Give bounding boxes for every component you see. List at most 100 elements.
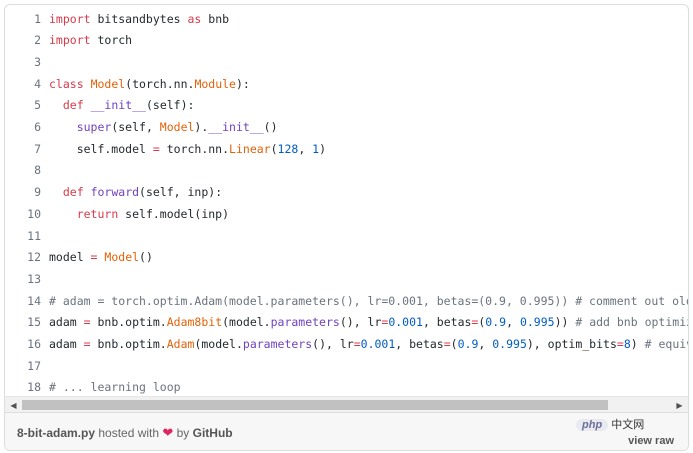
site-watermark: php 中文网 [576, 416, 676, 434]
hosted-with-text: hosted with [95, 426, 163, 440]
line-number: 7 [34, 141, 41, 156]
code-token: # adam = torch.optim.Adam(model.paramete… [49, 293, 688, 308]
line-number: 17 [27, 358, 41, 373]
code-token: bnb.optim. [90, 315, 167, 330]
code-token: (), lr [312, 337, 354, 351]
code-token: ). [194, 120, 209, 134]
code-token: (self): [145, 98, 195, 113]
code-line: 9 def forward(self, inp): [5, 182, 688, 204]
code-token: 0.995 [492, 337, 527, 351]
code-token: = [83, 315, 91, 330]
code-line: 4 class Model(torch.nn.Module): [5, 74, 688, 96]
code-token: = [152, 141, 160, 156]
code-token: (), lr [339, 315, 382, 330]
line-number: 11 [27, 228, 41, 243]
line-number: 13 [27, 271, 41, 286]
line-code: class Model(torch.nn.Module): [49, 74, 250, 96]
code-token: # add bnb optimizer [575, 315, 688, 330]
code-token: torch [90, 33, 133, 48]
code-token: Adam8bit [166, 315, 223, 330]
github-link[interactable]: GitHub [193, 426, 233, 440]
code-token: = [443, 337, 451, 351]
gist-footer: 8-bit-adam.py hosted with ❤ by GitHub ph… [5, 412, 688, 450]
code-line: 2 import torch [5, 30, 688, 52]
line-number: 10 [27, 206, 41, 221]
code-line: 18 # ... learning loop [5, 377, 688, 396]
line-number: 5 [34, 98, 41, 113]
code-token: __init__ [208, 120, 264, 134]
line-number: 16 [27, 337, 41, 351]
watermark-site: 中文网 [611, 419, 645, 431]
code-token: bnb.optim. [90, 337, 167, 351]
by-text: by [173, 426, 193, 440]
line-code: # ... learning loop [49, 377, 181, 396]
code-token: () [139, 250, 153, 265]
code-token: super [76, 120, 112, 134]
line-code: def forward(self, inp): [49, 182, 222, 204]
code-token: = [616, 337, 624, 351]
code-line: 7 self.model = torch.nn.Linear(128, 1) [5, 139, 688, 161]
code-token: (self, inp): [139, 185, 223, 200]
scrollbar-thumb[interactable] [22, 400, 608, 410]
code-line: 14 # adam = torch.optim.Adam(model.parame… [5, 291, 688, 313]
code-token: Model [104, 250, 140, 265]
code-line: 3 [5, 52, 688, 74]
code-token: def [62, 98, 84, 113]
code-token: parameters [270, 315, 340, 330]
watermark-php: php [576, 419, 609, 431]
gist-embed: 1 import bitsandbytes as bnb 2 import torch… [4, 4, 689, 451]
code-token: adam [49, 337, 84, 351]
heart-icon: ❤ [162, 425, 174, 440]
line-number: 14 [27, 293, 41, 308]
code-token: return [76, 206, 119, 221]
line-code: return self.model(inp) [49, 204, 229, 226]
code-area: 1 import bitsandbytes as bnb 2 import torch… [5, 5, 688, 396]
code-token: ) [630, 337, 645, 351]
line-code: super(self, Model).__init__() [49, 117, 278, 139]
code-line: 17 [5, 356, 688, 378]
code-line: 10 return self.model(inp) [5, 204, 688, 226]
code-line: 11 [5, 226, 688, 248]
code-token: , betas [395, 337, 444, 351]
code-line: 1 import bitsandbytes as bnb [5, 9, 688, 31]
code-token: ), optim_bits [526, 337, 617, 351]
code-token: ( [270, 141, 278, 156]
code-token: adam [49, 315, 84, 330]
line-number: 12 [27, 250, 41, 265]
code-token: , [506, 315, 520, 330]
code-line: 15 adam = bnb.optim.Adam8bit(model.parame… [5, 312, 688, 334]
code-token: # ... learning loop [49, 380, 181, 395]
code-token: 0.001 [388, 315, 423, 330]
filename-link[interactable]: 8-bit-adam.py [17, 426, 95, 440]
line-code: model = Model() [49, 247, 153, 269]
line-code: # adam = torch.optim.Adam(model.paramete… [49, 291, 688, 313]
code-token: bnb [201, 11, 230, 26]
code-token: def [62, 185, 84, 200]
code-token: Model [90, 76, 126, 91]
line-code: def __init__(self): [49, 95, 195, 117]
code-token: = [83, 337, 91, 351]
horizontal-scrollbar[interactable]: ◀ ▶ [5, 396, 688, 413]
code-token: (model. [194, 337, 243, 351]
line-number: 6 [34, 120, 41, 134]
code-token: # equivalent [644, 337, 688, 351]
code-token: self.model(inp) [118, 206, 230, 221]
line-code: import bitsandbytes as bnb [49, 9, 229, 31]
line-code: self.model = torch.nn.Linear(128, 1) [49, 139, 326, 161]
code-token: , [298, 141, 313, 156]
line-code: adam = bnb.optim.Adam8bit(model.paramete… [49, 312, 688, 334]
code-line: 16 adam = bnb.optim.Adam(model.parameters… [5, 334, 688, 356]
view-raw-link[interactable]: view raw [628, 435, 674, 447]
code-token: 0.9 [457, 337, 479, 351]
code-token: __init__ [90, 98, 146, 113]
code-token: 128 [277, 141, 299, 156]
line-number: 3 [34, 54, 41, 69]
code-line: 8 [5, 160, 688, 182]
line-number: 8 [34, 163, 41, 178]
